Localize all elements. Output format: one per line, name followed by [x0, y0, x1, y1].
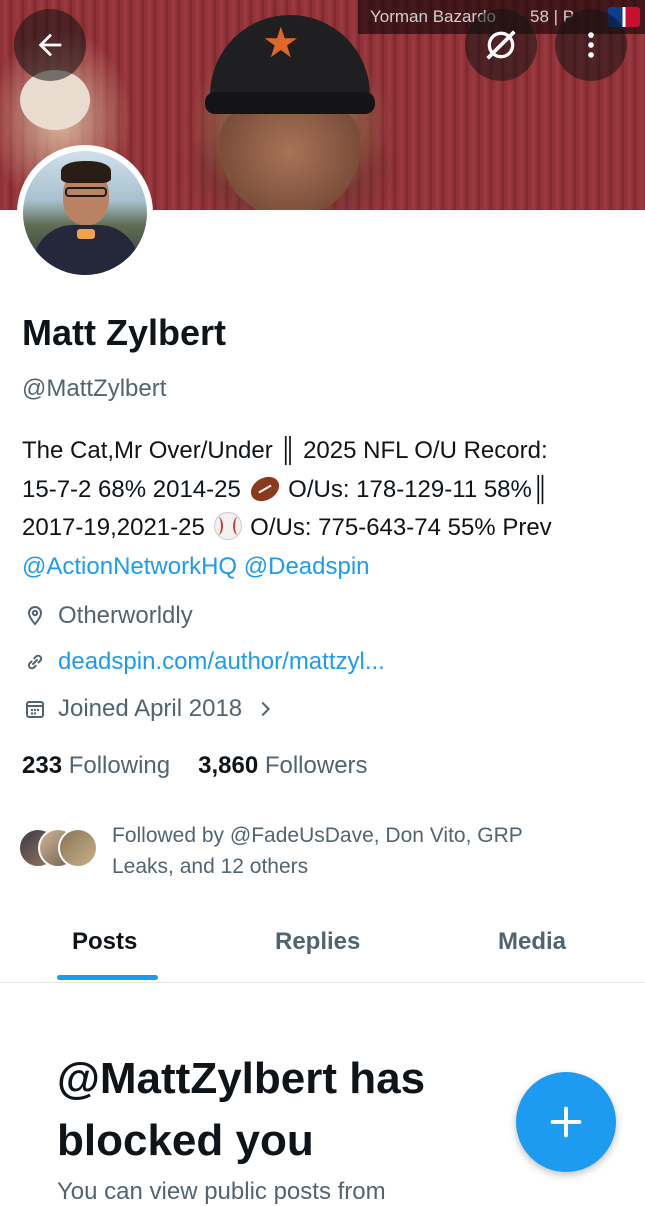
grok-button[interactable] [465, 9, 537, 81]
blocked-title: @MattZylbert has blocked you [57, 1054, 426, 1165]
followed-by-text: Followed by @FadeUsDave, Don Vito, GRP L… [112, 824, 523, 878]
profile-website[interactable]: deadspin.com/author/mattzyl... [22, 648, 385, 676]
followers-label: Followers [264, 752, 368, 779]
followed-by[interactable]: Followed by @FadeUsDave, Don Vito, GRP L… [18, 820, 582, 882]
chevron-right-icon [252, 696, 278, 722]
location-pin-icon [22, 603, 48, 629]
bio-line-1: The Cat,Mr Over/Under ║ 2025 NFL O/U Rec… [22, 437, 548, 464]
active-tab-indicator [57, 975, 158, 980]
joined-text: Joined April 2018 [58, 695, 243, 722]
followers-stat[interactable]: 3,860 Followers [198, 752, 367, 780]
followed-by-avatars [18, 820, 102, 876]
profile-avatar[interactable] [17, 145, 153, 281]
more-vertical-icon [588, 32, 594, 58]
banner-cap-logo: ★ [262, 19, 300, 66]
bio-line-4: @ActionNetworkHQ @Deadspin [22, 548, 632, 587]
banner-face [220, 108, 360, 210]
bio-line-2: 15-7-2 68% 2014-25 O/Us: 178-129-11 58%║ [22, 471, 632, 510]
football-icon [246, 471, 283, 506]
location-text: Otherworldly [58, 602, 193, 629]
mention-actionnetworkhq[interactable]: @ActionNetworkHQ [22, 553, 237, 580]
tab-posts[interactable]: Posts [72, 928, 137, 956]
calendar-icon [22, 696, 48, 722]
following-stat[interactable]: 233 Following [22, 752, 170, 780]
profile-tabs: Posts Replies Media [0, 910, 645, 983]
website-link[interactable]: deadspin.com/author/mattzyl... [58, 648, 385, 676]
back-button[interactable] [14, 9, 86, 81]
tab-media[interactable]: Media [498, 928, 566, 956]
avatar [58, 828, 98, 868]
profile-joined[interactable]: Joined April 2018 [22, 695, 278, 723]
profile-bio: The Cat,Mr Over/Under ║ 2025 NFL O/U Rec… [22, 432, 632, 586]
profile-handle: @MattZylbert [22, 375, 167, 402]
bio-line-3: 2017-19,2021-25 O/Us: 775-643-74 55% Pre… [22, 512, 552, 541]
link-icon [22, 649, 48, 675]
mention-deadspin[interactable]: @Deadspin [244, 553, 370, 580]
following-label: Following [68, 752, 171, 779]
followers-count: 3,860 [198, 752, 259, 779]
banner-cap-bill [205, 92, 375, 114]
tab-replies[interactable]: Replies [275, 928, 360, 956]
follow-counts: 233 Following 3,860 Followers [22, 752, 368, 780]
avatar-photo [23, 151, 147, 275]
grok-icon [486, 30, 516, 60]
profile-location: Otherworldly [22, 602, 193, 630]
blocked-subtitle: You can view public posts from [57, 1178, 386, 1205]
baseball-icon [213, 512, 242, 540]
plus-icon [550, 1106, 582, 1138]
compose-button[interactable] [516, 1072, 616, 1172]
following-count: 233 [22, 752, 63, 779]
profile-name: Matt Zylbert [22, 312, 227, 353]
more-button[interactable] [555, 9, 627, 81]
arrow-left-icon [38, 33, 62, 57]
